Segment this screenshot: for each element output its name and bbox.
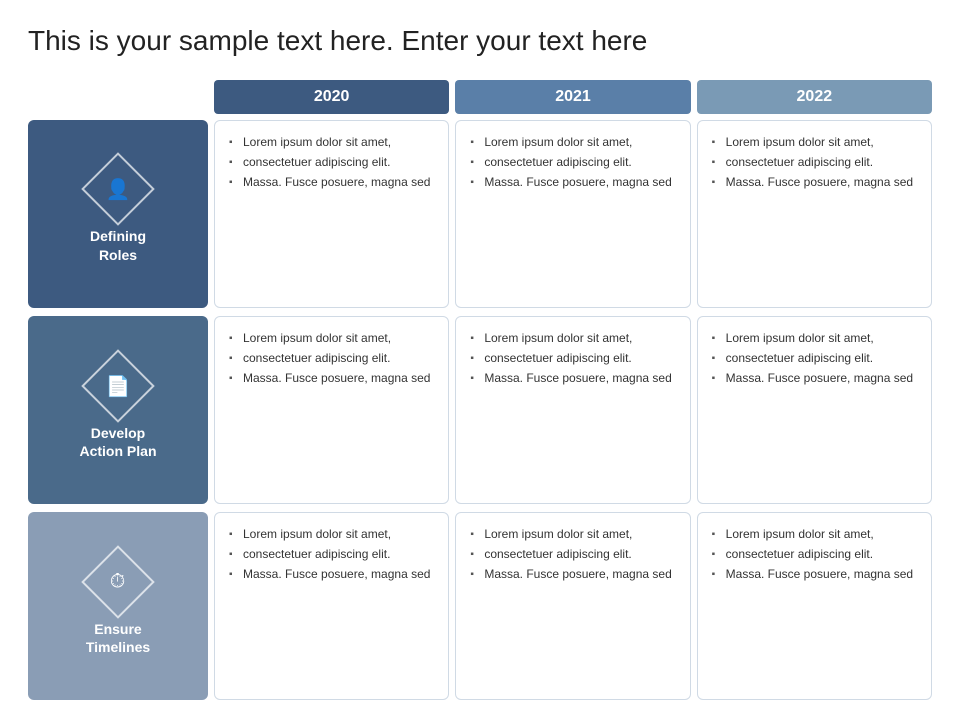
cell-row1-col0: Lorem ipsum dolor sit amet, consectetuer… — [214, 316, 449, 504]
list-item: consectetuer adipiscing elit. — [470, 545, 675, 563]
row-label-text: DevelopAction Plan — [79, 424, 156, 460]
year-header-2020: 2020 — [214, 80, 449, 114]
table-row: ⏱ EnsureTimelines Lorem ipsum dolor sit … — [28, 512, 932, 700]
list-item: Massa. Fusce posuere, magna sed — [470, 173, 675, 191]
page-title: This is your sample text here. Enter you… — [28, 24, 932, 58]
header-spacer — [28, 80, 208, 114]
row-label-defining-roles: 👤 DefiningRoles — [28, 120, 208, 308]
cell-row1-col2: Lorem ipsum dolor sit amet, consectetuer… — [697, 316, 932, 504]
cell-row2-col1: Lorem ipsum dolor sit amet, consectetuer… — [455, 512, 690, 700]
list-item: consectetuer adipiscing elit. — [470, 153, 675, 171]
list-item: Massa. Fusce posuere, magna sed — [712, 173, 917, 191]
list-item: consectetuer adipiscing elit. — [712, 153, 917, 171]
cell-row2-col2: Lorem ipsum dolor sit amet, consectetuer… — [697, 512, 932, 700]
list-item: consectetuer adipiscing elit. — [712, 545, 917, 563]
main-table: 2020 2021 2022 👤 DefiningRoles — [28, 80, 932, 700]
year-header-2021: 2021 — [455, 80, 690, 114]
list-item: consectetuer adipiscing elit. — [229, 545, 434, 563]
list-item: consectetuer adipiscing elit. — [229, 153, 434, 171]
list-item: Massa. Fusce posuere, magna sed — [229, 173, 434, 191]
table-row: 📄 DevelopAction Plan Lorem ipsum dolor s… — [28, 316, 932, 504]
list-item: Massa. Fusce posuere, magna sed — [229, 369, 434, 387]
diamond-icon: 📄 — [81, 349, 155, 423]
cell-row0-col1: Lorem ipsum dolor sit amet, consectetuer… — [455, 120, 690, 308]
list-item: Lorem ipsum dolor sit amet, — [470, 329, 675, 347]
page: This is your sample text here. Enter you… — [0, 0, 960, 720]
list-item: Lorem ipsum dolor sit amet, — [470, 525, 675, 543]
year-header-2022: 2022 — [697, 80, 932, 114]
list-item: Lorem ipsum dolor sit amet, — [229, 329, 434, 347]
list-item: Massa. Fusce posuere, magna sed — [229, 565, 434, 583]
document-icon: 📄 — [106, 373, 131, 398]
list-item: Lorem ipsum dolor sit amet, — [712, 133, 917, 151]
cell-row0-col2: Lorem ipsum dolor sit amet, consectetuer… — [697, 120, 932, 308]
list-item: Massa. Fusce posuere, magna sed — [470, 565, 675, 583]
header-row: 2020 2021 2022 — [28, 80, 932, 114]
list-item: Lorem ipsum dolor sit amet, — [470, 133, 675, 151]
row-label-text: EnsureTimelines — [86, 620, 150, 656]
list-item: consectetuer adipiscing elit. — [712, 349, 917, 367]
list-item: consectetuer adipiscing elit. — [470, 349, 675, 367]
list-item: Lorem ipsum dolor sit amet, — [229, 133, 434, 151]
list-item: consectetuer adipiscing elit. — [229, 349, 434, 367]
table-row: 👤 DefiningRoles Lorem ipsum dolor sit am… — [28, 120, 932, 308]
row-label-ensure-timelines: ⏱ EnsureTimelines — [28, 512, 208, 700]
list-item: Lorem ipsum dolor sit amet, — [712, 329, 917, 347]
list-item: Massa. Fusce posuere, magna sed — [712, 565, 917, 583]
diamond-icon: 👤 — [81, 153, 155, 227]
cell-row2-col0: Lorem ipsum dolor sit amet, consectetuer… — [214, 512, 449, 700]
row-label-text: DefiningRoles — [90, 227, 146, 263]
list-item: Lorem ipsum dolor sit amet, — [229, 525, 434, 543]
list-item: Massa. Fusce posuere, magna sed — [470, 369, 675, 387]
list-item: Massa. Fusce posuere, magna sed — [712, 369, 917, 387]
roles-icon: 👤 — [106, 177, 131, 202]
list-item: Lorem ipsum dolor sit amet, — [712, 525, 917, 543]
cell-row1-col1: Lorem ipsum dolor sit amet, consectetuer… — [455, 316, 690, 504]
diamond-icon: ⏱ — [81, 545, 155, 619]
cell-row0-col0: Lorem ipsum dolor sit amet, consectetuer… — [214, 120, 449, 308]
row-label-develop-action-plan: 📄 DevelopAction Plan — [28, 316, 208, 504]
timer-icon: ⏱ — [110, 570, 126, 593]
data-rows: 👤 DefiningRoles Lorem ipsum dolor sit am… — [28, 120, 932, 700]
